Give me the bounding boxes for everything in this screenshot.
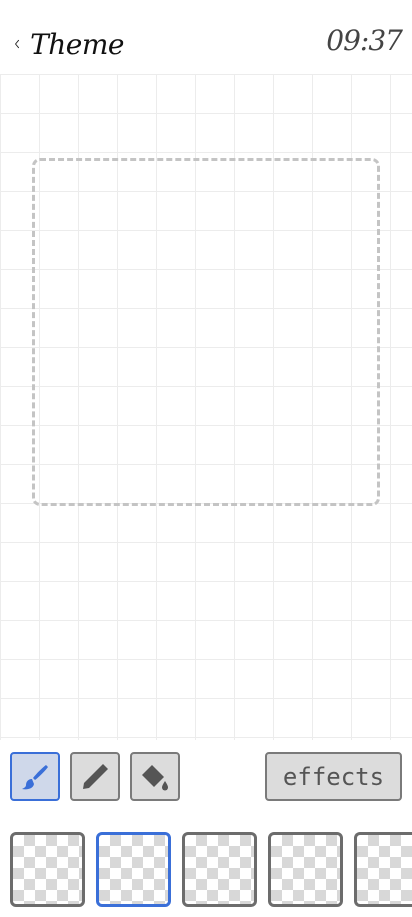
- drawing-canvas[interactable]: [0, 74, 412, 740]
- pencil-icon: [83, 763, 108, 789]
- clock-time: 09:37: [326, 24, 403, 57]
- frame-thumbnail[interactable]: [182, 832, 257, 907]
- pencil-tool-button[interactable]: [70, 752, 120, 801]
- frame-thumbnail[interactable]: [354, 832, 412, 907]
- brush-icon: [22, 764, 48, 789]
- back-button[interactable]: Theme: [14, 24, 124, 64]
- top-bar: Theme 09:37: [0, 0, 412, 74]
- chevron-left-icon: [15, 39, 20, 49]
- canvas-bounds-frame: [32, 158, 380, 506]
- frame-thumbnail-selected[interactable]: [96, 832, 171, 907]
- frame-thumbnail[interactable]: [268, 832, 343, 907]
- fill-tool-button[interactable]: [130, 752, 180, 801]
- effects-button[interactable]: effects: [265, 752, 402, 801]
- paint-bucket-icon: [142, 764, 168, 790]
- brush-tool-button[interactable]: [10, 752, 60, 801]
- page-title: Theme: [30, 27, 124, 61]
- frame-thumbnail[interactable]: [10, 832, 85, 907]
